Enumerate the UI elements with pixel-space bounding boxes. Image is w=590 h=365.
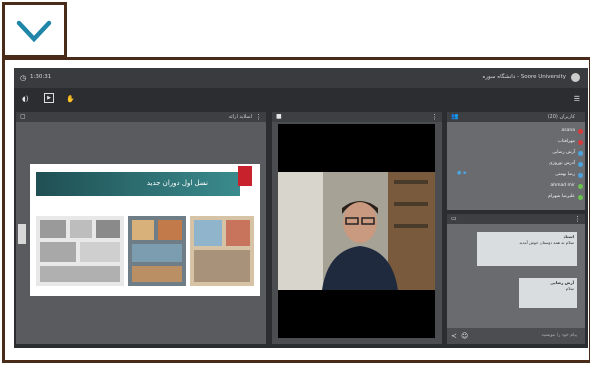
presenter-video-frame (278, 172, 435, 290)
user-name[interactable]: آدرس نوروزی (549, 161, 575, 166)
user-status-dot (578, 140, 583, 145)
presentation-panel: ▢ اسلاید ارائه ⋮ نسل اول دوران جدید (16, 112, 266, 344)
slide-nav-tab[interactable] (18, 224, 26, 244)
collapse-toggle[interactable] (2, 2, 67, 58)
university-logo-icon (571, 73, 580, 82)
chat-options-icon[interactable]: ⋮ (574, 214, 581, 224)
presentation-slide: نسل اول دوران جدید (30, 164, 260, 296)
more-options-icon[interactable]: ⋮ (255, 112, 262, 122)
menu-icon[interactable]: ☰ (574, 94, 580, 104)
user-name[interactable]: رضا بهمنی (555, 172, 575, 177)
toolbar: ◖) ▶ ✋ ☰ (14, 88, 588, 110)
webcam-options-icon[interactable]: ⋮ (431, 112, 438, 122)
webcam-video (278, 124, 435, 338)
users-panel: 👥 کاربران (20) asana مهرافتاب آرش رضایی … (447, 112, 585, 210)
send-icon[interactable]: ≺ (451, 331, 457, 341)
chat-message: استاد سلام به همه دوستان خوش آمدید (477, 232, 577, 266)
user-status-dot (578, 195, 583, 200)
user-name[interactable]: ahmad mir (550, 183, 575, 188)
top-bar: ◷ 1:30:31 Soore University - دانشگاه سور… (14, 68, 588, 88)
slide-red-accent (238, 166, 252, 186)
user-name[interactable]: مهرافتاب (558, 139, 575, 144)
user-status-dot (578, 151, 583, 156)
user-status-dot (578, 129, 583, 134)
chevron-down-icon (16, 20, 52, 43)
user-name[interactable]: آرش رضایی (552, 150, 575, 155)
presentation-header: ▢ اسلاید ارائه ⋮ (16, 112, 266, 122)
user-status-dot (578, 162, 583, 167)
presentation-title: اسلاید ارائه (228, 114, 252, 120)
chat-panel: ▭ ⋮ استاد سلام به همه دوستان خوش آمدید آ… (447, 214, 585, 344)
chat-header: ▭ ⋮ (447, 214, 585, 224)
share-screen-icon[interactable]: ▶ (44, 93, 54, 103)
chat-icon: ▭ (451, 215, 457, 222)
chat-input-area[interactable]: ≺ ☺ پیام خود را بنویسید (447, 328, 585, 344)
chat-input[interactable]: پیام خود را بنویسید (541, 333, 577, 338)
session-timer: 1:30:31 (30, 74, 52, 80)
speaker-icon[interactable]: ◖) (22, 94, 28, 104)
app-title: Soore University - دانشگاه سوره (482, 74, 566, 80)
meeting-app-window: ◷ 1:30:31 Soore University - دانشگاه سور… (14, 68, 588, 348)
hand-raise-icon[interactable]: ✋ (66, 94, 75, 104)
users-title: کاربران (20) (547, 114, 575, 120)
clock-icon: ◷ (20, 74, 27, 82)
webcam-header: ■ ⋮ (272, 112, 442, 122)
document-icon: ▢ (20, 113, 26, 120)
chat-message: آرش رضایی سلام (519, 278, 577, 308)
camera-icon: ■ (276, 113, 282, 120)
user-name[interactable]: asana (562, 128, 575, 133)
chat-text: سلام به همه دوستان خوش آمدید (519, 240, 574, 245)
slide-heading: نسل اول دوران جدید (146, 179, 208, 187)
slide-banner: نسل اول دوران جدید (36, 172, 240, 196)
webcam-panel: ■ ⋮ (272, 112, 442, 344)
users-header: 👥 کاربران (20) (447, 112, 585, 122)
user-status-dot (578, 173, 583, 178)
users-icon: 👥 (451, 113, 459, 120)
user-status-dot (578, 184, 583, 189)
chat-text: سلام (565, 286, 574, 291)
slide-comic-images (36, 216, 254, 286)
emoji-icon[interactable]: ☺ (461, 331, 468, 341)
webcam-indicator-icon: ● ▪ (457, 170, 467, 176)
user-name[interactable]: علیرضا شهرام (548, 194, 575, 199)
